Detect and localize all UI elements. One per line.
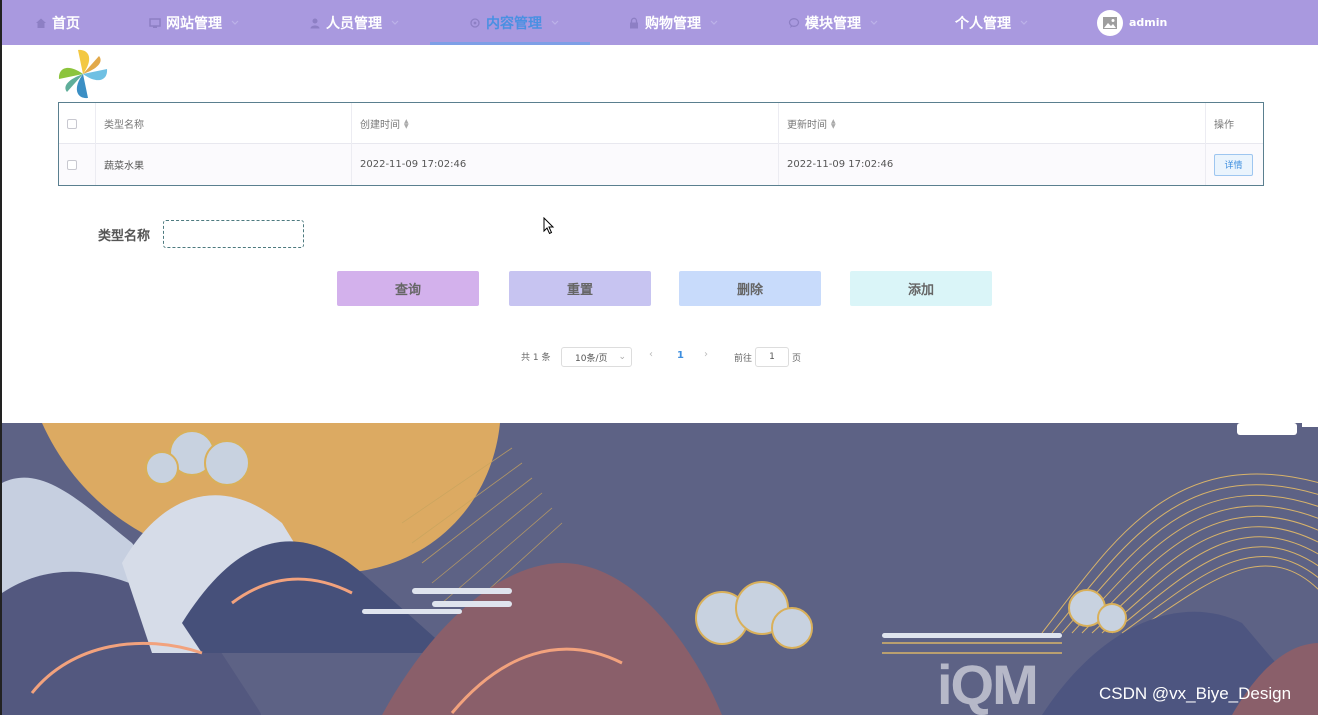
data-table: 类型名称 创建时间 ▲ ▼ 更新时间 ▲ ▼ 操作 蔬菜水果 2022-11-09 … (58, 102, 1264, 186)
current-page-number[interactable]: 1 (677, 350, 684, 361)
column-header: 更新时间 (787, 120, 827, 131)
search-label: 类型名称 (98, 229, 151, 244)
gear-icon (468, 16, 482, 30)
chevron-down-icon: ⌄ (618, 352, 626, 362)
username-label[interactable]: admin (1129, 16, 1167, 29)
header-cell-name: 类型名称 (96, 103, 352, 144)
sort-icon[interactable]: ▲ ▼ (831, 118, 836, 129)
mouse-cursor-icon (543, 216, 555, 235)
home-icon (34, 16, 48, 30)
watermark-logo: iQM (937, 653, 1039, 715)
next-page-icon[interactable]: › (704, 349, 708, 360)
goto-label: 前往 (734, 354, 753, 364)
table-row[interactable]: 蔬菜水果 2022-11-09 17:02:46 2022-11-09 17:0… (59, 144, 1263, 185)
chevron-down-icon (709, 18, 719, 28)
nav-item-content[interactable]: 内容管理 (468, 0, 560, 45)
cell-actions: 详情 (1206, 144, 1263, 185)
detail-button[interactable]: 详情 (1214, 153, 1253, 176)
chevron-down-icon (550, 18, 560, 28)
chevron-down-icon (869, 18, 879, 28)
chevron-down-icon (1019, 18, 1029, 28)
monitor-icon (148, 16, 162, 30)
nav-label: 网站管理 (166, 15, 222, 32)
sort-icon[interactable]: ▲ ▼ (404, 118, 409, 129)
background-landscape-image (2, 423, 1318, 715)
cell-name: 蔬菜水果 (96, 144, 352, 185)
add-button[interactable]: 添加 (850, 271, 992, 306)
column-header: 类型名称 (104, 120, 144, 131)
column-header: 创建时间 (360, 120, 400, 131)
table-header-row: 类型名称 创建时间 ▲ ▼ 更新时间 ▲ ▼ 操作 (59, 103, 1263, 144)
lock-icon (627, 16, 641, 30)
pagination-total: 共 1 条 (521, 353, 551, 363)
nav-label: 首页 (52, 15, 80, 32)
nav-label: 购物管理 (645, 15, 701, 32)
cell-updated: 2022-11-09 17:02:46 (779, 144, 1206, 185)
row-checkbox[interactable] (67, 159, 77, 170)
nav-item-shopping[interactable]: 购物管理 (627, 0, 719, 45)
nav-item-people[interactable]: 人员管理 (308, 0, 400, 45)
page-size-value: 10条/页 (575, 353, 608, 364)
page-unit-label: 页 (792, 354, 802, 364)
reset-button[interactable]: 重置 (509, 271, 651, 306)
top-nav: 首页 网站管理 人员管理 内容管理 购物管理 模块管理 个人管理 admin (2, 0, 1318, 45)
nav-item-modules[interactable]: 模块管理 (787, 0, 879, 45)
row-select-cell (59, 144, 96, 185)
query-button[interactable]: 查询 (337, 271, 479, 306)
delete-button[interactable]: 删除 (679, 271, 821, 306)
nav-label: 人员管理 (326, 15, 382, 32)
nav-item-website[interactable]: 网站管理 (148, 0, 240, 45)
header-cell-select (59, 103, 96, 144)
app-window: 首页 网站管理 人员管理 内容管理 购物管理 模块管理 个人管理 admin 类… (0, 0, 1318, 715)
chevron-down-icon (230, 18, 240, 28)
watermark-text: CSDN @vx_Biye_Design (1099, 684, 1292, 703)
prev-page-icon[interactable]: ‹ (649, 349, 653, 360)
nav-label: 模块管理 (805, 15, 861, 32)
image-icon (1103, 17, 1117, 29)
user-icon (308, 16, 322, 30)
pinwheel-logo-icon (56, 47, 110, 101)
goto-page-input[interactable]: 1 (755, 347, 789, 367)
page-size-select[interactable]: 10条/页 ⌄ (561, 347, 632, 367)
header-cell-actions: 操作 (1206, 103, 1263, 144)
nav-item-home[interactable]: 首页 (34, 0, 80, 45)
header-cell-updated[interactable]: 更新时间 ▲ ▼ (779, 103, 1206, 144)
nav-label: 内容管理 (486, 15, 542, 32)
active-tab-indicator (430, 42, 590, 45)
column-header: 操作 (1214, 120, 1234, 131)
select-all-checkbox[interactable] (67, 118, 77, 129)
nav-label: 个人管理 (955, 15, 1011, 32)
chat-icon (787, 16, 801, 30)
avatar[interactable] (1097, 10, 1123, 36)
nav-item-personal[interactable]: 个人管理 (955, 0, 1029, 45)
type-name-input[interactable] (163, 220, 304, 248)
chevron-down-icon (390, 18, 400, 28)
cell-created: 2022-11-09 17:02:46 (352, 144, 779, 185)
header-cell-created[interactable]: 创建时间 ▲ ▼ (352, 103, 779, 144)
